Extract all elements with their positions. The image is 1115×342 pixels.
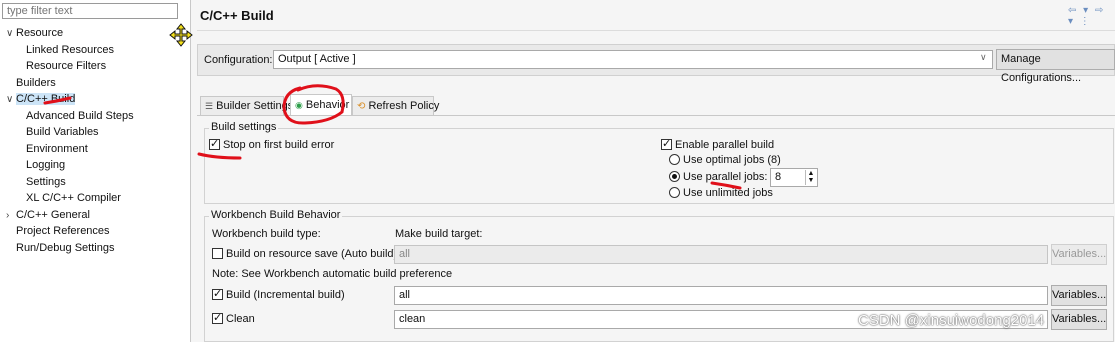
tree-item[interactable]: Project References: [16, 223, 110, 239]
parallel-jobs-radio[interactable]: Use parallel jobs:: [669, 171, 767, 183]
tree-item[interactable]: Build Variables: [26, 124, 99, 140]
stop-on-error-checkbox[interactable]: Stop on first build error: [209, 137, 335, 151]
tree-item[interactable]: Builders: [16, 75, 56, 91]
optimal-jobs-label: Use optimal jobs (8): [683, 154, 781, 166]
incremental-build-label: Build (Incremental build): [226, 289, 345, 301]
checkbox-checked[interactable]: [212, 287, 223, 300]
list-icon: ☰: [205, 101, 214, 111]
chevron-down-icon[interactable]: ∨: [6, 26, 16, 42]
tab-refresh-policy[interactable]: ⟲ Refresh Policy: [352, 96, 439, 115]
tree-item[interactable]: Resource Filters: [26, 58, 106, 74]
tree-item[interactable]: Logging: [26, 157, 65, 173]
radio-button-selected[interactable]: [669, 171, 680, 182]
spinner-arrows-icon[interactable]: ▲ ▼: [805, 170, 816, 185]
chevron-down-icon[interactable]: ∨: [980, 52, 987, 63]
workbench-title: Workbench Build Behavior: [209, 209, 343, 221]
auto-build-checkbox[interactable]: Build on resource save (Auto build): [212, 248, 397, 260]
tree-item[interactable]: ∨ Resource: [6, 25, 63, 41]
tree-item-label: Build Variables: [26, 126, 99, 138]
watermark: CSDN @xinsuiwodong2014: [858, 312, 1045, 329]
stop-on-error-label: Stop on first build error: [223, 139, 335, 151]
tree-item-label: Environment: [26, 142, 88, 155]
build-type-header: Workbench build type:: [212, 228, 321, 240]
tree-item-label: C/C++ General: [16, 208, 90, 221]
enable-parallel-label: Enable parallel build: [675, 139, 775, 151]
behavior-icon: ◉: [295, 100, 303, 110]
tree-item-label: Linked Resources: [26, 43, 115, 56]
tree-item-label: Logging: [26, 159, 66, 171]
configuration-label: Configuration:: [204, 54, 273, 66]
auto-build-variables-button[interactable]: Variables...: [1051, 244, 1107, 265]
tab-behavior[interactable]: ◉ Behavior: [290, 94, 352, 115]
tree-item[interactable]: Run/Debug Settings: [16, 240, 114, 256]
auto-build-target-input[interactable]: all: [394, 245, 1048, 264]
configuration-select[interactable]: Output [ Active ]: [273, 50, 993, 69]
move-cursor-icon: [169, 23, 193, 47]
parallel-jobs-label: Use parallel jobs:: [683, 171, 768, 183]
make-target-header: Make build target:: [395, 228, 483, 240]
incremental-build-target-input[interactable]: all: [394, 286, 1048, 305]
tree-item[interactable]: Settings: [26, 174, 66, 190]
workbench-note: Note: See Workbench automatic build pref…: [212, 268, 453, 280]
checkbox-checked[interactable]: [661, 137, 672, 150]
checkbox-checked[interactable]: [209, 137, 220, 150]
tree-item-label: C/C++ Build: [16, 93, 76, 105]
tree-item-label: Settings: [26, 175, 66, 188]
incremental-variables-button[interactable]: Variables...: [1051, 285, 1107, 306]
tree-item[interactable]: Environment: [26, 141, 88, 157]
refresh-icon: ⟲: [357, 101, 366, 112]
radio-button[interactable]: [669, 154, 680, 165]
enable-parallel-checkbox[interactable]: Enable parallel build: [661, 137, 775, 151]
tab-divider: [197, 115, 1115, 116]
tree-item-label: Project References: [16, 225, 110, 237]
unlimited-jobs-radio[interactable]: Use unlimited jobs: [669, 187, 773, 199]
tree-item-label: Advanced Build Steps: [26, 109, 134, 122]
clean-variables-button[interactable]: Variables...: [1051, 309, 1107, 330]
tree-item-label: Builders: [16, 76, 56, 89]
unlimited-jobs-label: Use unlimited jobs: [683, 187, 773, 199]
checkbox-checked[interactable]: [212, 311, 223, 324]
tab-label: Builder Settings: [216, 100, 294, 112]
tree-item[interactable]: Advanced Build Steps: [26, 108, 134, 124]
auto-build-label: Build on resource save (Auto build): [226, 248, 398, 260]
manage-configurations-button[interactable]: Manage Configurations...: [996, 49, 1115, 84]
incremental-build-checkbox[interactable]: Build (Incremental build): [212, 287, 345, 301]
clean-checkbox[interactable]: Clean: [212, 311, 255, 325]
build-settings-group: [204, 128, 1114, 204]
tree-item[interactable]: › C/C++ General: [6, 207, 90, 223]
tree-item[interactable]: ∨ C/C++ Build: [6, 91, 76, 108]
checkbox[interactable]: [212, 248, 223, 259]
chevron-right-icon[interactable]: ›: [6, 208, 16, 224]
optimal-jobs-radio[interactable]: Use optimal jobs (8): [669, 154, 781, 166]
clean-label: Clean: [226, 313, 255, 325]
tab-builder-settings[interactable]: ☰ Builder Settings: [200, 96, 293, 115]
radio-button[interactable]: [669, 187, 680, 198]
tree-item-label: XL C/C++ Compiler: [26, 192, 121, 204]
tree-item[interactable]: Linked Resources: [26, 42, 114, 58]
parallel-jobs-spinner[interactable]: 8 ▲ ▼: [770, 168, 818, 187]
tree-item-label: Run/Debug Settings: [16, 241, 115, 254]
build-settings-title: Build settings: [209, 121, 279, 133]
tree-item-label: Resource: [16, 27, 64, 39]
divider: [197, 30, 1115, 31]
tab-label: Behavior: [305, 99, 350, 111]
tree-item-label: Resource Filters: [26, 60, 107, 72]
chevron-down-icon[interactable]: ∨: [6, 92, 16, 108]
page-title: C/C++ Build: [200, 8, 274, 23]
navigation-arrows[interactable]: ⇦ ▾ ⇨ ▾ ⋮: [1068, 5, 1115, 27]
tab-label: Refresh Policy: [368, 100, 440, 112]
tree-item[interactable]: XL C/C++ Compiler: [26, 190, 121, 206]
filter-input[interactable]: [2, 3, 178, 19]
parallel-jobs-value: 8: [775, 171, 782, 183]
